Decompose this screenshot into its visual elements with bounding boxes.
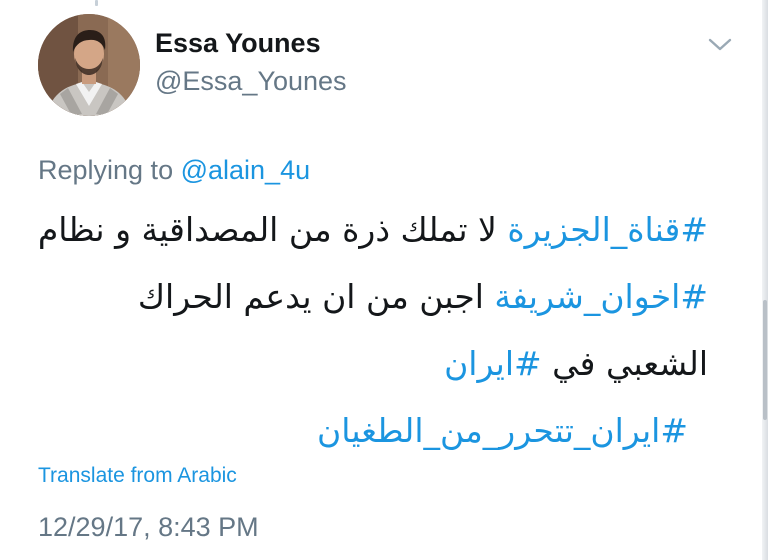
avatar[interactable] (38, 14, 140, 116)
tweet-line-text: لا تملك ذرة من المصداقية و نظام (37, 210, 508, 249)
hashtag-link[interactable]: #قناة_الجزيرة (507, 210, 708, 249)
replying-to: Replying to @alain_4u (38, 155, 310, 186)
tweet-line-4: #ايران_تتحرر_من_الطغيان (28, 397, 708, 464)
tweet-line-2: #اخوان_شريفة اجبن من ان يدعم الحراك (28, 263, 708, 330)
replying-to-prefix: Replying to (38, 155, 181, 185)
tweet-line-3: الشعبي في #ايران (28, 330, 708, 397)
tweet-line-text: الشعبي في (541, 344, 708, 383)
author-display-name[interactable]: Essa Younes (155, 28, 321, 59)
top-divider-mark (95, 0, 98, 6)
scrollbar[interactable] (762, 0, 768, 560)
tweet-timestamp: 12/29/17, 8:43 PM (38, 512, 259, 542)
hashtag-link[interactable]: #ايران (444, 344, 542, 383)
top-edge (0, 0, 768, 8)
reply-mention-link[interactable]: @alain_4u (181, 155, 311, 185)
tweet-menu-button[interactable] (706, 34, 734, 54)
hashtag-link[interactable]: #ايران_تتحرر_من_الطغيان (317, 411, 688, 450)
chevron-down-icon (708, 38, 732, 51)
tweet-text: #قناة_الجزيرة لا تملك ذرة من المصداقية و… (28, 196, 708, 464)
tweet-line-text: اجبن من ان يدعم الحراك (137, 277, 495, 316)
profile-photo-icon (38, 14, 140, 116)
hashtag-link[interactable]: #اخوان_شريفة (494, 277, 708, 316)
author-handle[interactable]: @Essa_Younes (155, 66, 347, 97)
translate-link[interactable]: Translate from Arabic (38, 464, 237, 488)
tweet-line-1: #قناة_الجزيرة لا تملك ذرة من المصداقية و… (28, 196, 708, 263)
